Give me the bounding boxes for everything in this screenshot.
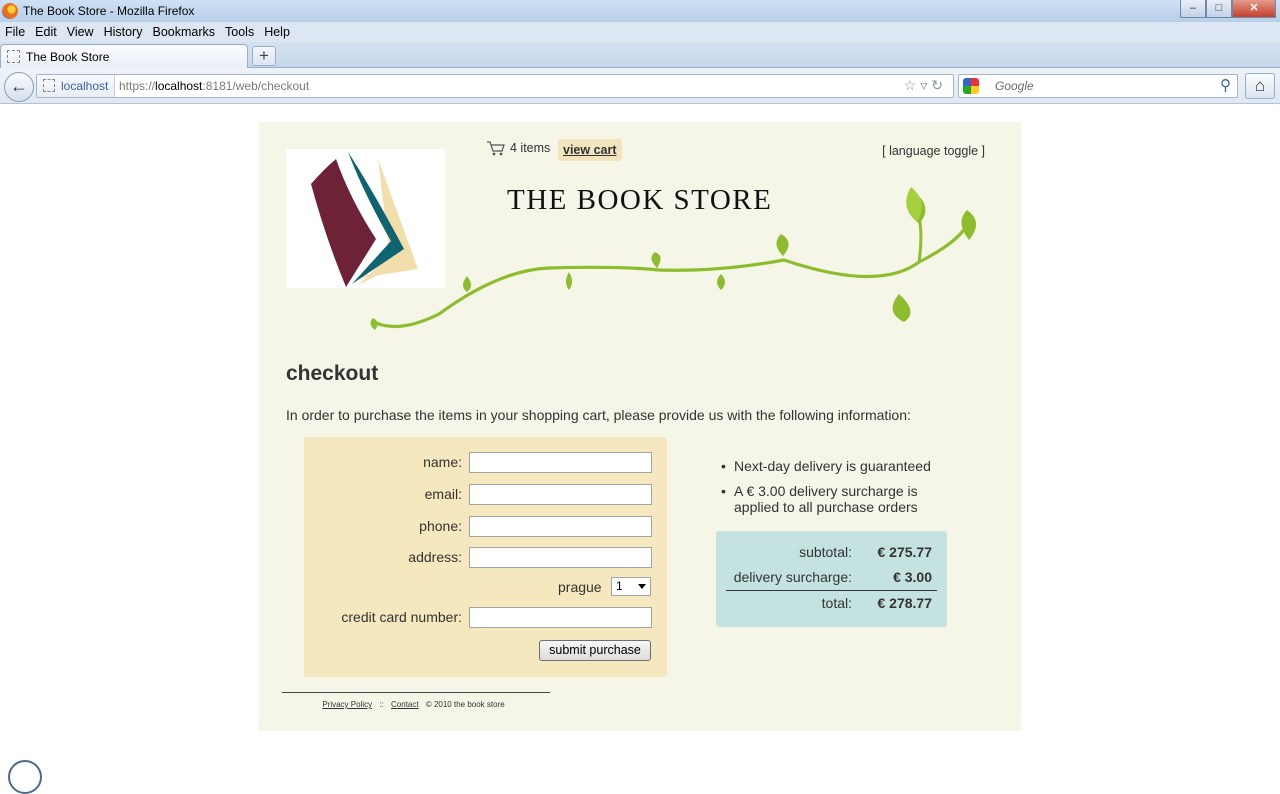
back-button[interactable]: ← bbox=[4, 72, 34, 102]
tab-label: The Book Store bbox=[26, 49, 110, 64]
url-host: localhost bbox=[155, 79, 203, 93]
name-label: name: bbox=[423, 454, 462, 470]
surcharge-row: delivery surcharge: € 3.00 bbox=[726, 566, 937, 588]
menu-bookmarks[interactable]: Bookmarks bbox=[147, 25, 220, 39]
firefox-icon bbox=[2, 3, 18, 19]
home-button[interactable]: ⌂ bbox=[1245, 73, 1275, 99]
menu-bar: File Edit View History Bookmarks Tools H… bbox=[0, 22, 1280, 42]
language-toggle-link[interactable]: [ language toggle ] bbox=[882, 144, 985, 158]
subtotal-label: subtotal: bbox=[799, 544, 852, 560]
window-controls: – □ ✕ bbox=[1180, 0, 1276, 18]
order-totals: subtotal: € 275.77 delivery surcharge: €… bbox=[716, 531, 947, 627]
checkout-form: name: email: phone: address: prague 1 cr… bbox=[304, 437, 667, 677]
address-field[interactable] bbox=[469, 547, 652, 568]
new-tab-button[interactable]: + bbox=[252, 46, 276, 66]
chevron-down-icon bbox=[638, 584, 646, 589]
submit-purchase-button[interactable]: submit purchase bbox=[539, 640, 651, 661]
menu-file[interactable]: File bbox=[0, 25, 30, 39]
taskbar-edge-icon bbox=[8, 760, 42, 794]
contact-link[interactable]: Contact bbox=[391, 700, 419, 709]
maximize-button[interactable]: □ bbox=[1206, 0, 1232, 18]
view-cart-link[interactable]: view cart bbox=[558, 139, 622, 161]
google-engine-icon[interactable] bbox=[963, 78, 979, 94]
page-footer: Privacy Policy :: Contact © 2010 the boo… bbox=[282, 692, 550, 709]
search-bar[interactable]: Google ⚲ bbox=[958, 74, 1238, 98]
subtotal-value: € 275.77 bbox=[877, 544, 933, 560]
url-bar-icons: ☆▿↻ bbox=[904, 77, 947, 94]
delivery-info-item: A € 3.00 delivery surcharge is applied t… bbox=[719, 483, 939, 515]
menu-edit[interactable]: Edit bbox=[30, 25, 62, 39]
email-label: email: bbox=[424, 486, 462, 502]
copyright-text: © 2010 the book store bbox=[425, 700, 505, 709]
privacy-policy-link[interactable]: Privacy Policy bbox=[322, 700, 372, 709]
delivery-info-item: Next-day delivery is guaranteed bbox=[719, 458, 939, 474]
total-label: total: bbox=[821, 595, 852, 611]
menu-view[interactable]: View bbox=[62, 25, 99, 39]
reload-icon[interactable]: ↻ bbox=[931, 77, 947, 93]
credit-card-row: credit card number: bbox=[304, 607, 667, 629]
total-value: € 278.77 bbox=[877, 595, 933, 611]
city-region-select[interactable]: 1 bbox=[611, 577, 651, 596]
window-titlebar: The Book Store - Mozilla Firefox – □ ✕ bbox=[0, 0, 1280, 22]
checkout-intro: In order to purchase the items in your s… bbox=[286, 407, 911, 423]
menu-tools[interactable]: Tools bbox=[220, 25, 259, 39]
search-icon[interactable]: ⚲ bbox=[1220, 76, 1231, 94]
subtotal-row: subtotal: € 275.77 bbox=[726, 541, 937, 563]
footer-separator: :: bbox=[379, 700, 384, 709]
store-header: 4 items view cart [ language toggle ] TH… bbox=[259, 122, 1021, 342]
shopping-cart-icon bbox=[487, 141, 505, 156]
site-identity-button[interactable]: localhost bbox=[37, 75, 115, 97]
close-window-button[interactable]: ✕ bbox=[1232, 0, 1276, 18]
menu-help[interactable]: Help bbox=[259, 25, 295, 39]
url-bar[interactable]: localhost https://localhost:8181/web/che… bbox=[36, 74, 954, 98]
site-identity-label: localhost bbox=[61, 79, 109, 93]
email-field[interactable] bbox=[469, 484, 652, 505]
url-scheme: https:// bbox=[119, 79, 156, 93]
surcharge-value: € 3.00 bbox=[893, 569, 932, 585]
name-field[interactable] bbox=[469, 452, 652, 473]
address-row: address: bbox=[304, 547, 667, 569]
phone-row: phone: bbox=[304, 516, 667, 538]
credit-card-field[interactable] bbox=[469, 607, 652, 628]
minimize-button[interactable]: – bbox=[1180, 0, 1206, 18]
delivery-info-list: Next-day delivery is guaranteed A € 3.00… bbox=[719, 458, 939, 524]
phone-label: phone: bbox=[419, 518, 462, 534]
window-title: The Book Store - Mozilla Firefox bbox=[23, 4, 195, 18]
cart-summary: 4 items bbox=[486, 140, 550, 156]
menu-history[interactable]: History bbox=[99, 25, 148, 39]
totals-divider bbox=[726, 590, 937, 591]
bookmark-star-icon[interactable]: ☆ bbox=[904, 77, 921, 93]
address-label: address: bbox=[408, 549, 462, 565]
site-identity-icon bbox=[43, 79, 55, 92]
name-row: name: bbox=[304, 452, 667, 474]
phone-field[interactable] bbox=[469, 516, 652, 537]
store-title: THE BOOK STORE bbox=[507, 184, 773, 216]
checkout-content: checkout In order to purchase the items … bbox=[286, 362, 996, 423]
url-text[interactable]: https://localhost:8181/web/checkout bbox=[119, 75, 309, 97]
page-title: checkout bbox=[286, 362, 379, 385]
search-input[interactable]: Google bbox=[995, 75, 1034, 97]
url-path: :8181/web/checkout bbox=[202, 79, 310, 93]
url-dropdown-icon[interactable]: ▿ bbox=[920, 77, 931, 93]
tab-the-book-store[interactable]: The Book Store bbox=[0, 44, 248, 68]
navigation-toolbar: ← localhost https://localhost:8181/web/c… bbox=[0, 68, 1280, 104]
page-container: 4 items view cart [ language toggle ] TH… bbox=[259, 122, 1021, 731]
credit-card-label: credit card number: bbox=[341, 609, 462, 625]
city-label: prague bbox=[558, 579, 602, 595]
city-region-value: 1 bbox=[616, 579, 623, 593]
total-row: total: € 278.77 bbox=[726, 592, 937, 614]
cart-item-count: 4 items bbox=[510, 141, 551, 155]
tab-bar: The Book Store + bbox=[0, 42, 1280, 68]
page-favicon-icon bbox=[7, 50, 20, 63]
email-row: email: bbox=[304, 484, 667, 506]
surcharge-label: delivery surcharge: bbox=[733, 569, 852, 585]
